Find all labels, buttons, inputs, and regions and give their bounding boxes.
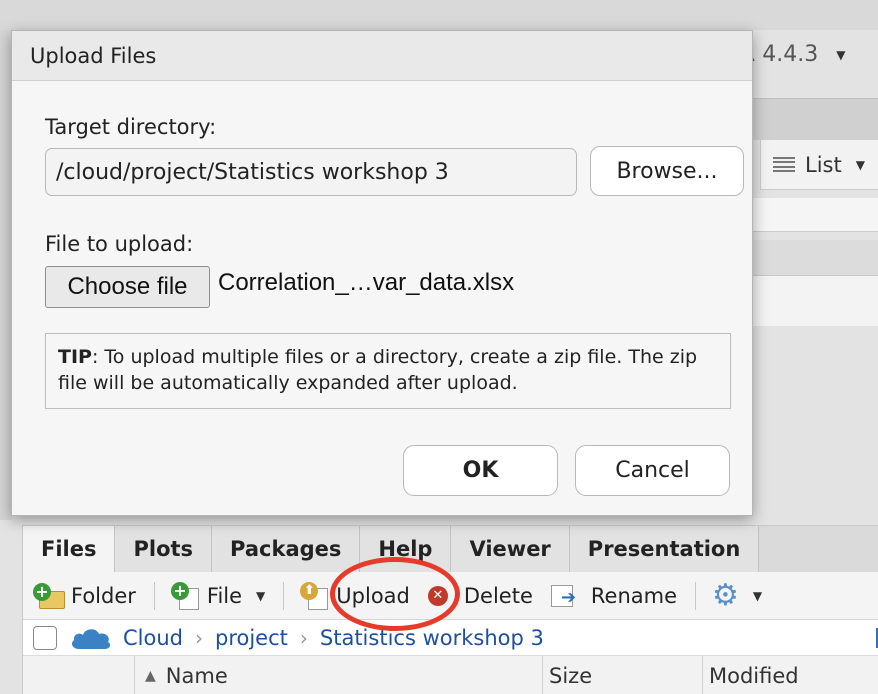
toolbar-divider	[153, 581, 155, 610]
file-to-upload-label: File to upload:	[45, 232, 194, 256]
column-header-name-label: Name	[165, 663, 228, 688]
rename-button[interactable]: ➔ Rename	[550, 583, 677, 609]
gear-icon: ⚙	[712, 577, 739, 613]
delete-button[interactable]: ✕ Delete	[427, 583, 533, 608]
new-file-button[interactable]: + File ▼	[170, 581, 266, 610]
breadcrumb-current-folder[interactable]: Statistics workshop 3	[320, 626, 544, 650]
view-mode-selector[interactable]: List ▼	[760, 140, 878, 190]
tip-box: TIP: To upload multiple files or a direc…	[45, 333, 731, 409]
chevron-down-icon: ▼	[855, 157, 865, 172]
toolbar-divider	[283, 581, 285, 610]
target-directory-field[interactable]	[45, 148, 577, 196]
list-icon	[773, 156, 795, 173]
breadcrumb-separator-icon: ›	[195, 625, 203, 650]
select-all-checkbox[interactable]	[33, 625, 57, 650]
chevron-down-icon: ▼	[752, 588, 763, 603]
column-header-name[interactable]: ▲ Name	[135, 656, 543, 694]
upload-label: Upload	[336, 583, 410, 608]
target-directory-label: Target directory:	[45, 115, 217, 139]
breadcrumb-separator-icon: ›	[299, 625, 308, 650]
view-mode-label: List	[805, 152, 842, 177]
breadcrumb-cloud[interactable]: Cloud	[123, 626, 183, 650]
files-pane-tabs: Files Plots Packages Help Viewer Present…	[23, 526, 878, 572]
browse-button[interactable]: Browse...	[590, 146, 744, 196]
rename-label: Rename	[590, 583, 677, 608]
environment-pane-header	[750, 98, 878, 140]
new-folder-label: Folder	[71, 583, 136, 608]
breadcrumb: Cloud › project › Statistics workshop 3	[23, 620, 878, 656]
chosen-file-name: Correlation_…var_data.xlsx	[218, 269, 515, 296]
choose-file-button[interactable]: Choose file	[45, 266, 210, 308]
sort-ascending-icon: ▲	[145, 667, 156, 684]
tab-viewer[interactable]: Viewer	[451, 526, 570, 572]
column-spacer	[23, 656, 135, 694]
column-header-size[interactable]: Size	[543, 656, 703, 694]
new-folder-button[interactable]: + Folder	[33, 582, 136, 609]
tab-packages[interactable]: Packages	[212, 526, 361, 572]
tip-text: : To upload multiple files or a director…	[58, 346, 698, 394]
new-file-icon: +	[170, 581, 201, 610]
tab-presentation[interactable]: Presentation	[569, 526, 760, 572]
column-header-modified[interactable]: Modified	[703, 656, 878, 694]
ok-button[interactable]: OK	[403, 445, 558, 496]
toolbar-divider	[695, 581, 696, 610]
delete-icon: ✕	[427, 585, 448, 606]
environment-pane-row	[750, 198, 878, 232]
environment-pane-body	[750, 276, 878, 326]
breadcrumb-project[interactable]: project	[215, 626, 288, 650]
files-toolbar: + Folder + File ▼ ⬆ Upload ✕ Delete ➔ Re…	[23, 572, 878, 620]
cancel-button[interactable]: Cancel	[575, 445, 730, 496]
tab-help[interactable]: Help	[360, 526, 452, 572]
cloud-icon	[71, 628, 111, 649]
new-folder-icon: +	[33, 582, 65, 609]
files-pane: Files Plots Packages Help Viewer Present…	[22, 525, 878, 694]
upload-icon: ⬆	[300, 581, 330, 610]
upload-files-dialog: Upload Files Target directory: Browse...…	[11, 30, 753, 516]
delete-label: Delete	[463, 583, 533, 608]
tip-prefix: TIP	[58, 346, 92, 368]
new-file-label: File	[206, 583, 243, 608]
chevron-down-icon: ▼	[256, 588, 266, 603]
ide-top-bar	[0, 0, 878, 30]
file-list-header: ▲ Name Size Modified	[23, 656, 878, 694]
environment-pane-row	[750, 240, 878, 276]
tab-plots[interactable]: Plots	[115, 526, 213, 572]
rename-icon: ➔	[550, 583, 585, 609]
upload-button[interactable]: ⬆ Upload	[300, 581, 410, 610]
tab-files[interactable]: Files	[23, 526, 116, 572]
dialog-title: Upload Files	[12, 31, 752, 81]
more-options-button[interactable]: ⚙ ▼	[712, 577, 763, 613]
r-version-selector[interactable]: R 4.4.3 ▼	[740, 42, 846, 67]
chevron-down-icon: ▼	[836, 47, 846, 62]
